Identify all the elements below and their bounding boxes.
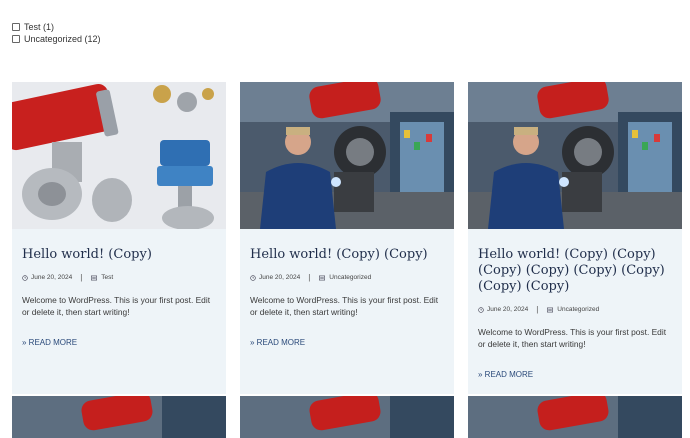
post-card: Hello world! (Copy) (Copy) June 20, 2024… [240, 82, 454, 394]
post-meta: June 20, 2024 | Test [22, 273, 216, 282]
filter-test-checkbox[interactable] [12, 23, 20, 31]
read-more-link[interactable]: » READ MORE [22, 338, 77, 347]
clock-icon [478, 306, 484, 313]
post-thumbnail-engineer[interactable] [240, 82, 454, 229]
category-filter: Test (1) Uncategorized (12) [12, 21, 101, 45]
meta-separator: | [536, 305, 539, 314]
post-category[interactable]: Uncategorized [557, 306, 599, 313]
post-grid: Hello world! (Copy) June 20, 2024 | Test… [12, 82, 682, 394]
post-title[interactable]: Hello world! (Copy) (Copy) (Copy) (Copy)… [478, 247, 672, 295]
post-title[interactable]: Hello world! (Copy) [22, 247, 216, 263]
post-excerpt: Welcome to WordPress. This is your first… [250, 295, 439, 317]
post-category[interactable]: Uncategorized [329, 274, 371, 281]
post-thumbnail-engineer[interactable] [468, 82, 682, 229]
category-icon [319, 275, 326, 280]
category-icon [547, 307, 554, 312]
post-grid-row-2 [12, 396, 682, 438]
post-thumbnail-engineer[interactable] [240, 396, 454, 438]
post-date: June 20, 2024 [487, 306, 529, 313]
read-more-link[interactable]: » READ MORE [250, 338, 305, 347]
post-excerpt: Welcome to WordPress. This is your first… [22, 295, 211, 317]
filter-uncategorized[interactable]: Uncategorized (12) [12, 33, 101, 45]
meta-separator: | [80, 273, 83, 282]
category-icon [91, 275, 98, 280]
read-more-link[interactable]: » READ MORE [478, 370, 533, 379]
post-card: Hello world! (Copy) (Copy) (Copy) (Copy)… [468, 82, 682, 394]
meta-separator: | [308, 273, 311, 282]
post-date: June 20, 2024 [31, 274, 73, 281]
post-thumbnail-engineer[interactable] [12, 396, 226, 438]
filter-uncategorized-checkbox[interactable] [12, 35, 20, 43]
post-thumbnail-valves[interactable] [12, 82, 226, 229]
post-excerpt: Welcome to WordPress. This is your first… [478, 327, 667, 349]
post-title[interactable]: Hello world! (Copy) (Copy) [250, 247, 444, 263]
post-meta: June 20, 2024 | Uncategorized [250, 273, 444, 282]
post-thumbnail-engineer[interactable] [468, 396, 682, 438]
clock-icon [22, 274, 28, 281]
post-meta: June 20, 2024 | Uncategorized [478, 305, 672, 314]
filter-uncategorized-label: Uncategorized (12) [24, 34, 101, 44]
post-card: Hello world! (Copy) June 20, 2024 | Test… [12, 82, 226, 394]
filter-test-label: Test (1) [24, 22, 55, 32]
post-category[interactable]: Test [101, 274, 113, 281]
filter-test[interactable]: Test (1) [12, 21, 101, 33]
post-date: June 20, 2024 [259, 274, 301, 281]
clock-icon [250, 274, 256, 281]
